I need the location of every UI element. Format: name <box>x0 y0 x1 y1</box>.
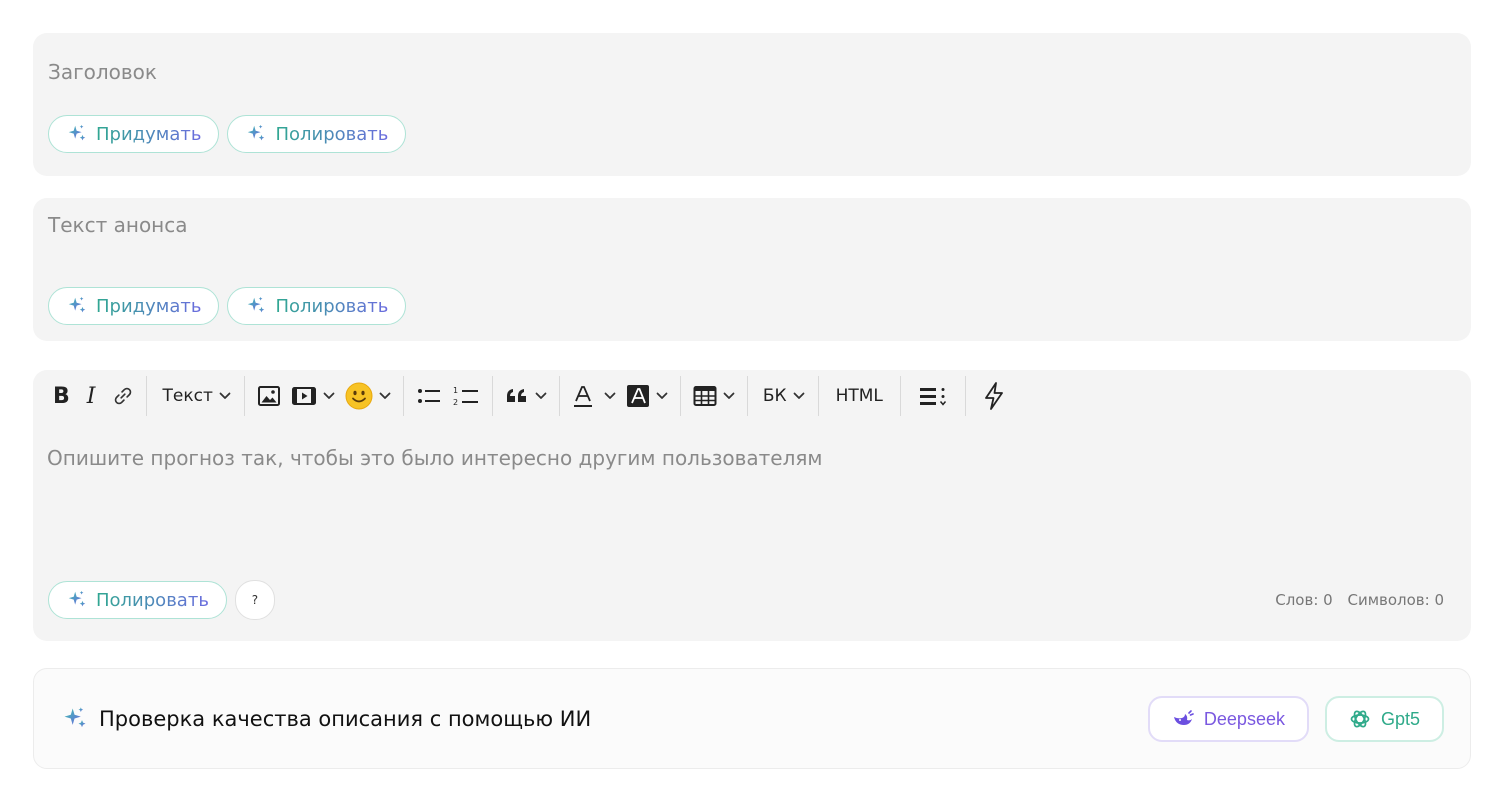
title-card: Заголовок Придумать Полировать <box>33 33 1471 176</box>
toolbar-separator <box>964 376 966 416</box>
title-invent-button[interactable]: Придумать <box>48 115 220 153</box>
description-editor[interactable]: Опишите прогноз так, чтобы это было инте… <box>47 446 823 470</box>
lead-polish-label: Полировать <box>275 295 389 317</box>
image-button[interactable] <box>252 376 286 416</box>
word-char-counter: Слов: 0 Символов: 0 <box>1275 591 1444 609</box>
title-invent-label: Придумать <box>96 123 202 145</box>
char-count: Символов: 0 <box>1347 591 1444 609</box>
sparkles-icon <box>61 705 89 733</box>
toolbar-separator <box>679 376 681 416</box>
video-icon <box>291 387 316 405</box>
lead-card: Текст анонса Придумать Полировать <box>33 198 1471 341</box>
toolbar-separator <box>146 376 148 416</box>
bullet-list-button[interactable] <box>411 376 447 416</box>
gpt5-label: Gpt5 <box>1380 708 1420 729</box>
lightning-icon <box>985 382 1003 410</box>
lead-input[interactable]: Текст анонса <box>48 213 188 237</box>
chevron-down-icon <box>604 392 616 400</box>
bk-label: БК <box>762 386 787 406</box>
text-style-dropdown[interactable]: Текст <box>154 376 236 416</box>
blockquote-dropdown[interactable] <box>500 376 552 416</box>
chevron-down-icon <box>656 392 668 400</box>
emoji-dropdown[interactable] <box>340 376 396 416</box>
chevron-down-icon <box>323 392 335 400</box>
toolbar-separator <box>558 376 560 416</box>
model-buttons: Deepseek Gpt5 <box>1147 696 1444 742</box>
link-button[interactable] <box>107 376 139 416</box>
editor-card: B I Текст 1 2 БК HTML Опишите прогноз та… <box>33 370 1471 641</box>
sparkles-icon <box>245 295 267 317</box>
quality-check-heading: Проверка качества описания с помощью ИИ <box>61 705 591 733</box>
background-color-icon <box>626 385 649 407</box>
description-polish-label: Полировать <box>96 589 209 611</box>
html-button[interactable]: HTML <box>826 376 893 416</box>
svg-text:1: 1 <box>453 386 458 395</box>
gpt5-button[interactable]: Gpt5 <box>1324 696 1444 742</box>
align-menu-icon <box>919 388 946 406</box>
lead-ai-buttons: Придумать Полировать <box>48 287 407 325</box>
sparkles-icon <box>245 123 267 145</box>
link-icon <box>115 387 132 405</box>
bold-button[interactable]: B <box>48 376 75 416</box>
chevron-down-icon <box>379 392 391 400</box>
chevron-down-icon <box>535 392 547 400</box>
table-icon <box>693 386 717 406</box>
italic-button[interactable]: I <box>75 376 108 416</box>
editor-toolbar: B I Текст 1 2 БК HTML <box>48 376 1015 416</box>
sparkles-icon <box>66 295 88 317</box>
ai-quality-check-panel: Проверка качества описания с помощью ИИ … <box>33 668 1471 769</box>
lead-invent-label: Придумать <box>96 295 202 317</box>
font-color-icon <box>573 386 592 407</box>
deepseek-button[interactable]: Deepseek <box>1147 696 1309 742</box>
font-color-dropdown[interactable] <box>567 376 621 416</box>
toolbar-separator <box>402 376 404 416</box>
toolbar-separator <box>243 376 245 416</box>
text-style-label: Текст <box>162 386 213 406</box>
openai-icon <box>1350 710 1370 728</box>
title-ai-buttons: Придумать Полировать <box>48 115 407 153</box>
editor-bottom-actions: Полировать ? <box>48 580 275 620</box>
toolbar-separator <box>746 376 748 416</box>
description-polish-button[interactable]: Полировать <box>48 581 227 619</box>
numbered-list-button[interactable]: 12 <box>447 376 485 416</box>
background-color-dropdown[interactable] <box>621 376 673 416</box>
chevron-down-icon <box>219 392 231 400</box>
quote-icon <box>506 389 526 402</box>
lead-invent-button[interactable]: Придумать <box>48 287 220 325</box>
quality-check-label: Проверка качества описания с помощью ИИ <box>99 707 592 731</box>
bk-dropdown[interactable]: БК <box>755 376 811 416</box>
bullet-list-icon <box>417 389 440 403</box>
smiley-icon <box>345 382 373 410</box>
html-label: HTML <box>835 386 883 406</box>
help-button[interactable]: ? <box>234 580 275 620</box>
align-button[interactable] <box>908 376 958 416</box>
quick-action-button[interactable] <box>973 376 1015 416</box>
video-dropdown[interactable] <box>286 376 340 416</box>
deepseek-label: Deepseek <box>1203 708 1285 729</box>
title-input[interactable]: Заголовок <box>48 60 157 84</box>
table-dropdown[interactable] <box>688 376 740 416</box>
chevron-down-icon <box>723 392 735 400</box>
svg-text:2: 2 <box>453 398 458 407</box>
sparkles-icon <box>66 123 88 145</box>
page: Заголовок Придумать Полировать Текст ано… <box>0 0 1500 787</box>
numbered-list-icon: 12 <box>453 386 478 407</box>
lead-polish-button[interactable]: Полировать <box>227 287 407 325</box>
title-polish-label: Полировать <box>275 123 389 145</box>
sparkles-icon <box>66 589 88 611</box>
toolbar-separator <box>491 376 493 416</box>
chevron-down-icon <box>793 392 805 400</box>
image-icon <box>257 386 280 406</box>
toolbar-separator <box>817 376 819 416</box>
title-polish-button[interactable]: Полировать <box>227 115 407 153</box>
toolbar-separator <box>899 376 901 416</box>
deepseek-whale-icon <box>1173 710 1194 725</box>
word-count: Слов: 0 <box>1275 591 1333 609</box>
